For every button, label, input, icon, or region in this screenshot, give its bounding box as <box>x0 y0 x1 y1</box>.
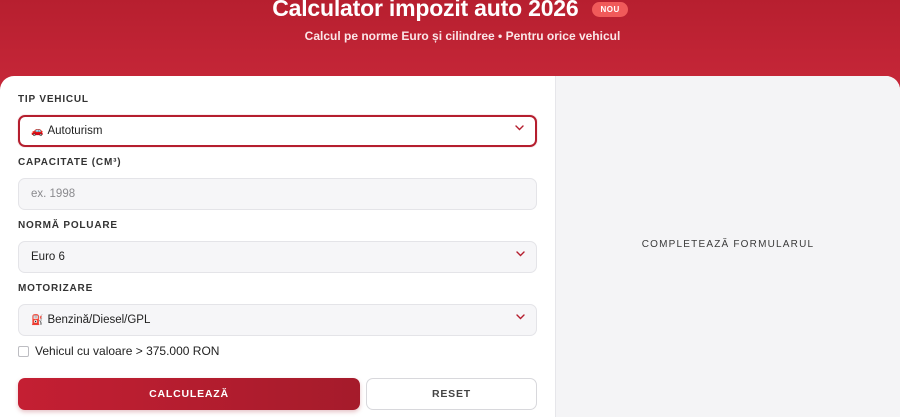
pollution-norm-label: NORMĂ POLUARE <box>18 220 118 231</box>
chevron-down-icon <box>516 314 525 322</box>
action-buttons: CALCULEAZĂ RESET <box>18 378 537 410</box>
fuel-pump-icon: ⛽ <box>31 315 44 326</box>
pollution-norm-group: NORMĂ POLUARE Euro 6 <box>18 220 537 273</box>
engine-value: Benzină/Diesel/GPL <box>47 314 151 326</box>
page-title: Calculator impozit auto 2026 <box>272 0 579 21</box>
car-icon: 🚗 <box>31 126 44 137</box>
result-panel: COMPLETEAZĂ FORMULARUL <box>555 76 900 417</box>
engine-label: MOTORIZARE <box>18 283 94 294</box>
vehicle-type-value: Autoturism <box>47 125 103 137</box>
capacity-placeholder: ex. 1998 <box>31 188 76 200</box>
vehicle-type-label: TIP VEHICUL <box>18 94 89 105</box>
reset-button[interactable]: RESET <box>366 378 537 410</box>
vehicle-type-group: TIP VEHICUL 🚗 Autoturism <box>18 94 537 147</box>
vehicle-type-select[interactable]: 🚗 Autoturism <box>18 115 537 147</box>
high-value-checkbox[interactable] <box>18 345 29 357</box>
vehicle-type-value-wrap: 🚗 Autoturism <box>31 125 102 137</box>
form-panel: TIP VEHICUL 🚗 Autoturism CAPACITATE (CM³)… <box>0 76 555 417</box>
pollution-norm-select[interactable]: Euro 6 <box>18 241 537 273</box>
chevron-down-icon <box>515 125 524 133</box>
engine-value-wrap: ⛽ Benzină/Diesel/GPL <box>31 314 150 326</box>
capacity-group: CAPACITATE (CM³) ex. 1998 <box>18 157 537 210</box>
capacity-input[interactable]: ex. 1998 <box>18 178 537 210</box>
capacity-label: CAPACITATE (CM³) <box>18 157 122 168</box>
high-value-row: Vehicul cu valoare > 375.000 RON <box>18 344 219 358</box>
calculate-button[interactable]: CALCULEAZĂ <box>18 378 360 410</box>
chevron-down-icon <box>516 251 525 259</box>
hero-title-row: Calculator impozit auto 2026 NOU <box>0 0 900 22</box>
new-badge: NOU <box>592 1 628 17</box>
pollution-norm-value: Euro 6 <box>31 251 65 263</box>
engine-select[interactable]: ⛽ Benzină/Diesel/GPL <box>18 304 537 336</box>
result-placeholder: COMPLETEAZĂ FORMULARUL <box>641 239 815 250</box>
page-subtitle: Calcul pe norme Euro și cilindree • Pent… <box>304 29 621 43</box>
calculator-card: TIP VEHICUL 🚗 Autoturism CAPACITATE (CM³)… <box>0 76 900 417</box>
engine-group: MOTORIZARE ⛽ Benzină/Diesel/GPL <box>18 283 537 336</box>
high-value-label[interactable]: Vehicul cu valoare > 375.000 RON <box>35 344 219 358</box>
